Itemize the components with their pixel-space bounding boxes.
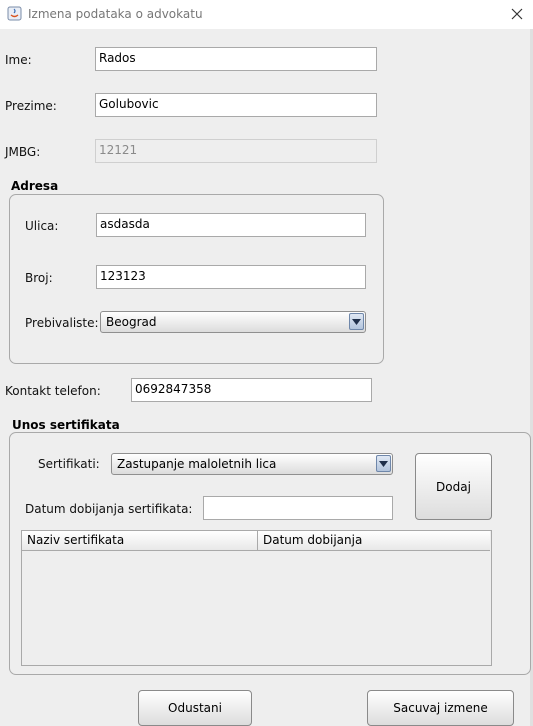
prebivaliste-select[interactable]: Beograd (100, 311, 366, 333)
sertifikati-selected-value: Zastupanje maloletnih lica (117, 457, 277, 471)
kontakt-label: Kontakt telefon: (5, 384, 101, 398)
sertifikati-table: Naziv sertifikata Datum dobijanja (21, 530, 492, 666)
column-header-datum[interactable]: Datum dobijanja (258, 531, 490, 550)
window-title: Izmena podataka o advokatu (28, 7, 203, 21)
broj-label: Broj: (25, 271, 53, 285)
broj-input[interactable]: 123123 (96, 265, 366, 289)
datum-label: Datum dobijanja sertifikata: (25, 502, 193, 516)
datum-input[interactable] (203, 496, 393, 520)
java-app-icon (7, 6, 22, 21)
ulica-label: Ulica: (25, 219, 59, 233)
ime-input[interactable]: Rados (95, 47, 377, 71)
prebivaliste-label: Prebivaliste: (25, 316, 99, 330)
sertifikati-select[interactable]: Zastupanje maloletnih lica (111, 453, 393, 475)
dodaj-button[interactable]: Dodaj (415, 453, 492, 520)
column-header-naziv[interactable]: Naziv sertifikata (22, 531, 258, 550)
prezime-label: Prezime: (5, 99, 57, 113)
cancel-button[interactable]: Odustani (138, 690, 252, 726)
jmbg-input: 12121 (95, 139, 377, 163)
prezime-input[interactable]: Golubovic (95, 93, 377, 117)
prebivaliste-selected-value: Beograd (106, 315, 157, 329)
save-button[interactable]: Sacuvaj izmene (367, 690, 514, 726)
jmbg-label: JMBG: (5, 145, 41, 159)
title-bar: Izmena podataka o advokatu (0, 0, 533, 29)
sertifikati-label: Sertifikati: (38, 457, 100, 471)
adresa-group-title: Adresa (11, 179, 59, 193)
kontakt-input[interactable]: 0692847358 (131, 378, 372, 402)
ulica-input[interactable]: asdasda (96, 213, 366, 237)
close-icon[interactable] (509, 6, 525, 22)
chevron-down-icon[interactable] (376, 455, 391, 472)
ime-label: Ime: (5, 53, 32, 67)
chevron-down-icon[interactable] (349, 313, 364, 330)
table-header: Naziv sertifikata Datum dobijanja (22, 531, 490, 551)
sertifikati-group-title: Unos sertifikata (12, 418, 120, 432)
